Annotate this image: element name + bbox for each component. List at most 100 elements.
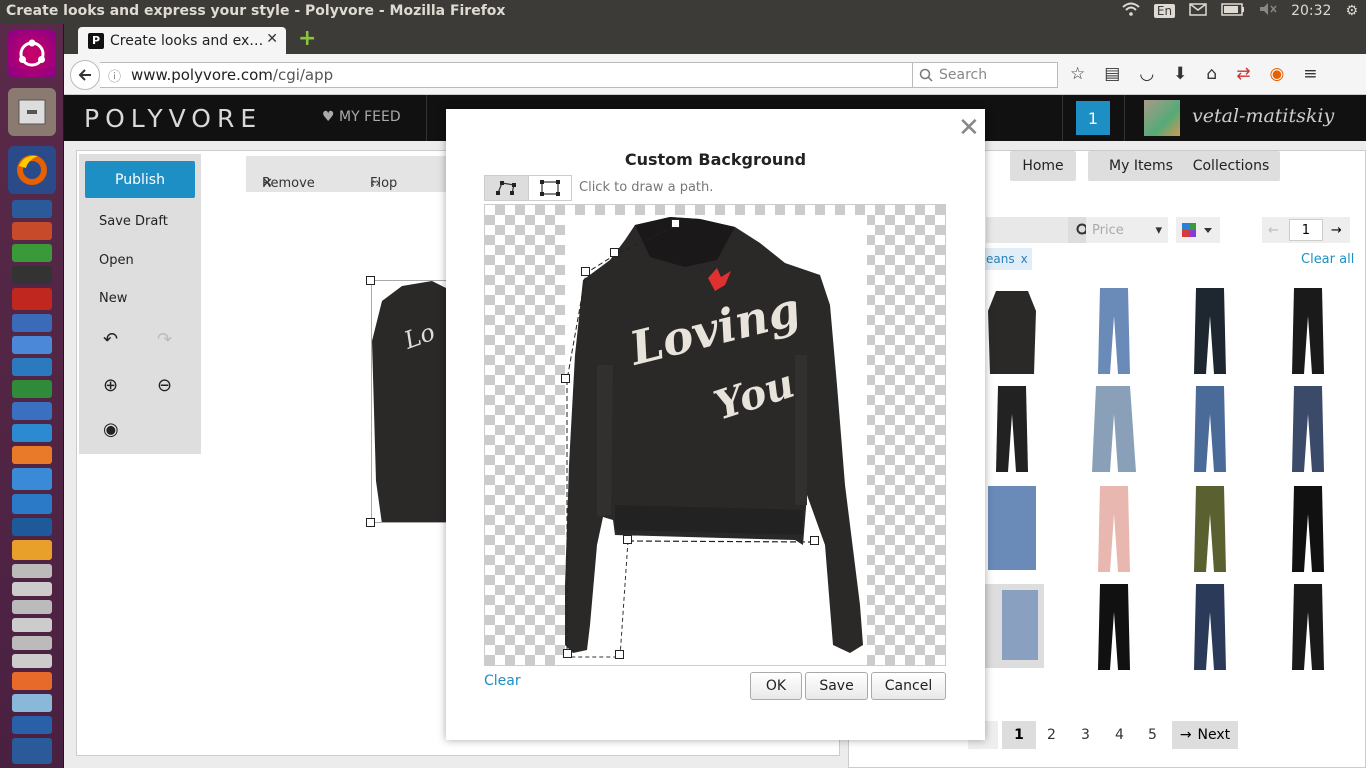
- path-point-handle[interactable]: [610, 248, 619, 257]
- search-input[interactable]: Search: [912, 62, 1058, 88]
- username[interactable]: vetal-matitskiy: [1192, 105, 1334, 127]
- next-arrow-icon[interactable]: →: [1331, 223, 1342, 238]
- pocket-icon[interactable]: ◡: [1139, 64, 1154, 84]
- path-point-handle[interactable]: [581, 267, 590, 276]
- volume-muted-icon[interactable]: [1259, 2, 1277, 20]
- app-stack-icon[interactable]: [12, 564, 52, 578]
- menu-icon[interactable]: ≡: [1303, 64, 1317, 84]
- resize-handle[interactable]: [366, 518, 375, 527]
- page-5-button[interactable]: 5: [1148, 727, 1157, 743]
- remove-filter-icon[interactable]: x: [1021, 252, 1028, 266]
- save-draft-button[interactable]: Save Draft: [99, 214, 168, 229]
- clock[interactable]: 20:32: [1291, 3, 1331, 19]
- product-thumbnail[interactable]: [982, 483, 1042, 573]
- app-stack-icon[interactable]: [12, 518, 52, 536]
- mail-icon[interactable]: [1189, 2, 1207, 20]
- page-3-button[interactable]: 3: [1081, 727, 1090, 743]
- app-stack-icon[interactable]: [12, 314, 52, 332]
- app-stack-icon[interactable]: [12, 618, 52, 632]
- page-1-button[interactable]: 1: [1002, 721, 1036, 749]
- center-target-icon[interactable]: ◉: [103, 419, 119, 440]
- bookmark-star-icon[interactable]: ☆: [1070, 64, 1085, 84]
- files-icon[interactable]: [8, 88, 56, 136]
- zoom-in-icon[interactable]: ⊕: [103, 375, 118, 396]
- app-stack-icon[interactable]: [12, 716, 52, 734]
- tab-home[interactable]: Home: [1010, 151, 1076, 181]
- color-filter-select[interactable]: [1176, 217, 1220, 243]
- clear-all-link[interactable]: Clear all: [1301, 252, 1354, 267]
- path-point-handle[interactable]: [810, 536, 819, 545]
- page-4-button[interactable]: 4: [1115, 727, 1124, 743]
- reading-list-icon[interactable]: ▤: [1104, 64, 1120, 84]
- path-point-handle[interactable]: [561, 374, 570, 383]
- url-bar[interactable]: ⓘ www.polyvore.com/cgi/app ↻: [100, 62, 966, 88]
- app-stack-icon[interactable]: [12, 582, 52, 596]
- product-thumbnail[interactable]: [1180, 285, 1240, 375]
- product-thumbnail[interactable]: [1180, 581, 1240, 671]
- spreadsheet-icon[interactable]: [12, 380, 52, 398]
- sync-arrows-icon[interactable]: ⇄: [1236, 64, 1250, 84]
- path-point-handle[interactable]: [623, 535, 632, 544]
- tab-my-items[interactable]: My Items: [1088, 151, 1194, 181]
- app-stack-icon[interactable]: [12, 672, 52, 690]
- extension-icon[interactable]: ◉: [1269, 64, 1284, 84]
- terminal-icon[interactable]: [12, 266, 52, 284]
- canvas-item-jacket[interactable]: Lo: [371, 280, 451, 523]
- wifi-icon[interactable]: [1122, 2, 1140, 20]
- app-stack-icon[interactable]: [12, 358, 52, 376]
- my-feed-link[interactable]: ♥ MY FEED: [322, 109, 401, 125]
- resize-handle[interactable]: [366, 276, 375, 285]
- product-thumbnail[interactable]: [1278, 483, 1338, 573]
- path-tool-button[interactable]: [485, 176, 529, 200]
- firefox-icon[interactable]: [8, 146, 56, 194]
- app-stack-icon[interactable]: [12, 468, 52, 490]
- path-point-handle[interactable]: [563, 649, 572, 658]
- app-stack-icon[interactable]: [12, 336, 52, 354]
- settings-gear-icon[interactable]: ⚙: [1345, 3, 1358, 19]
- app-stack-icon[interactable]: [12, 244, 52, 262]
- new-button[interactable]: New: [99, 291, 127, 306]
- battery-icon[interactable]: [1221, 2, 1245, 20]
- redo-icon[interactable]: ↷: [157, 329, 172, 350]
- product-thumbnail[interactable]: [1180, 483, 1240, 573]
- product-thumbnail[interactable]: [1084, 581, 1144, 671]
- filezilla-icon[interactable]: [12, 288, 52, 310]
- tab-collections[interactable]: Collections: [1182, 151, 1280, 181]
- website-copier-icon[interactable]: [12, 738, 52, 764]
- software-center-icon[interactable]: [12, 446, 52, 464]
- app-stack-icon[interactable]: [12, 636, 52, 650]
- filter-chip[interactable]: eans x: [984, 248, 1032, 270]
- home-icon[interactable]: ⌂: [1206, 64, 1217, 84]
- app-stack-icon[interactable]: [12, 600, 52, 614]
- downloads-icon[interactable]: ⬇: [1173, 64, 1187, 84]
- app-stack-icon[interactable]: [12, 540, 52, 560]
- product-thumbnail[interactable]: [1084, 483, 1144, 573]
- app-stack-icon[interactable]: [12, 494, 52, 514]
- product-thumbnail[interactable]: [1180, 383, 1240, 473]
- page-2-button[interactable]: 2: [1047, 727, 1056, 743]
- close-icon[interactable]: ✕: [958, 115, 980, 141]
- app-stack-icon[interactable]: [12, 402, 52, 420]
- close-tab-icon[interactable]: ✕: [266, 31, 278, 47]
- ubuntu-dash-icon[interactable]: [8, 30, 56, 78]
- app-stack-icon[interactable]: [12, 222, 52, 240]
- browser-tab[interactable]: P Create looks and ex… ✕: [78, 27, 286, 54]
- prev-arrow-icon[interactable]: ←: [1268, 223, 1279, 238]
- product-thumbnail[interactable]: [984, 581, 1044, 671]
- page-input[interactable]: 1: [1288, 219, 1323, 241]
- avatar[interactable]: [1144, 100, 1180, 136]
- product-thumbnail[interactable]: [982, 285, 1042, 375]
- next-page-button[interactable]: → Next: [1172, 721, 1238, 749]
- polyvore-logo[interactable]: POLYVORE: [84, 104, 262, 133]
- ok-button[interactable]: OK: [750, 672, 802, 700]
- product-thumbnail[interactable]: [1278, 383, 1338, 473]
- notification-count[interactable]: 1: [1076, 101, 1110, 135]
- zoom-out-icon[interactable]: ⊖: [157, 375, 172, 396]
- webstorm-icon[interactable]: [12, 200, 52, 218]
- clear-path-link[interactable]: Clear: [484, 673, 521, 689]
- rectangle-tool-button[interactable]: [529, 176, 572, 200]
- product-thumbnail[interactable]: [1278, 285, 1338, 375]
- product-thumbnail[interactable]: [1084, 285, 1144, 375]
- publish-button[interactable]: Publish: [85, 161, 195, 198]
- new-tab-button[interactable]: +: [298, 28, 316, 50]
